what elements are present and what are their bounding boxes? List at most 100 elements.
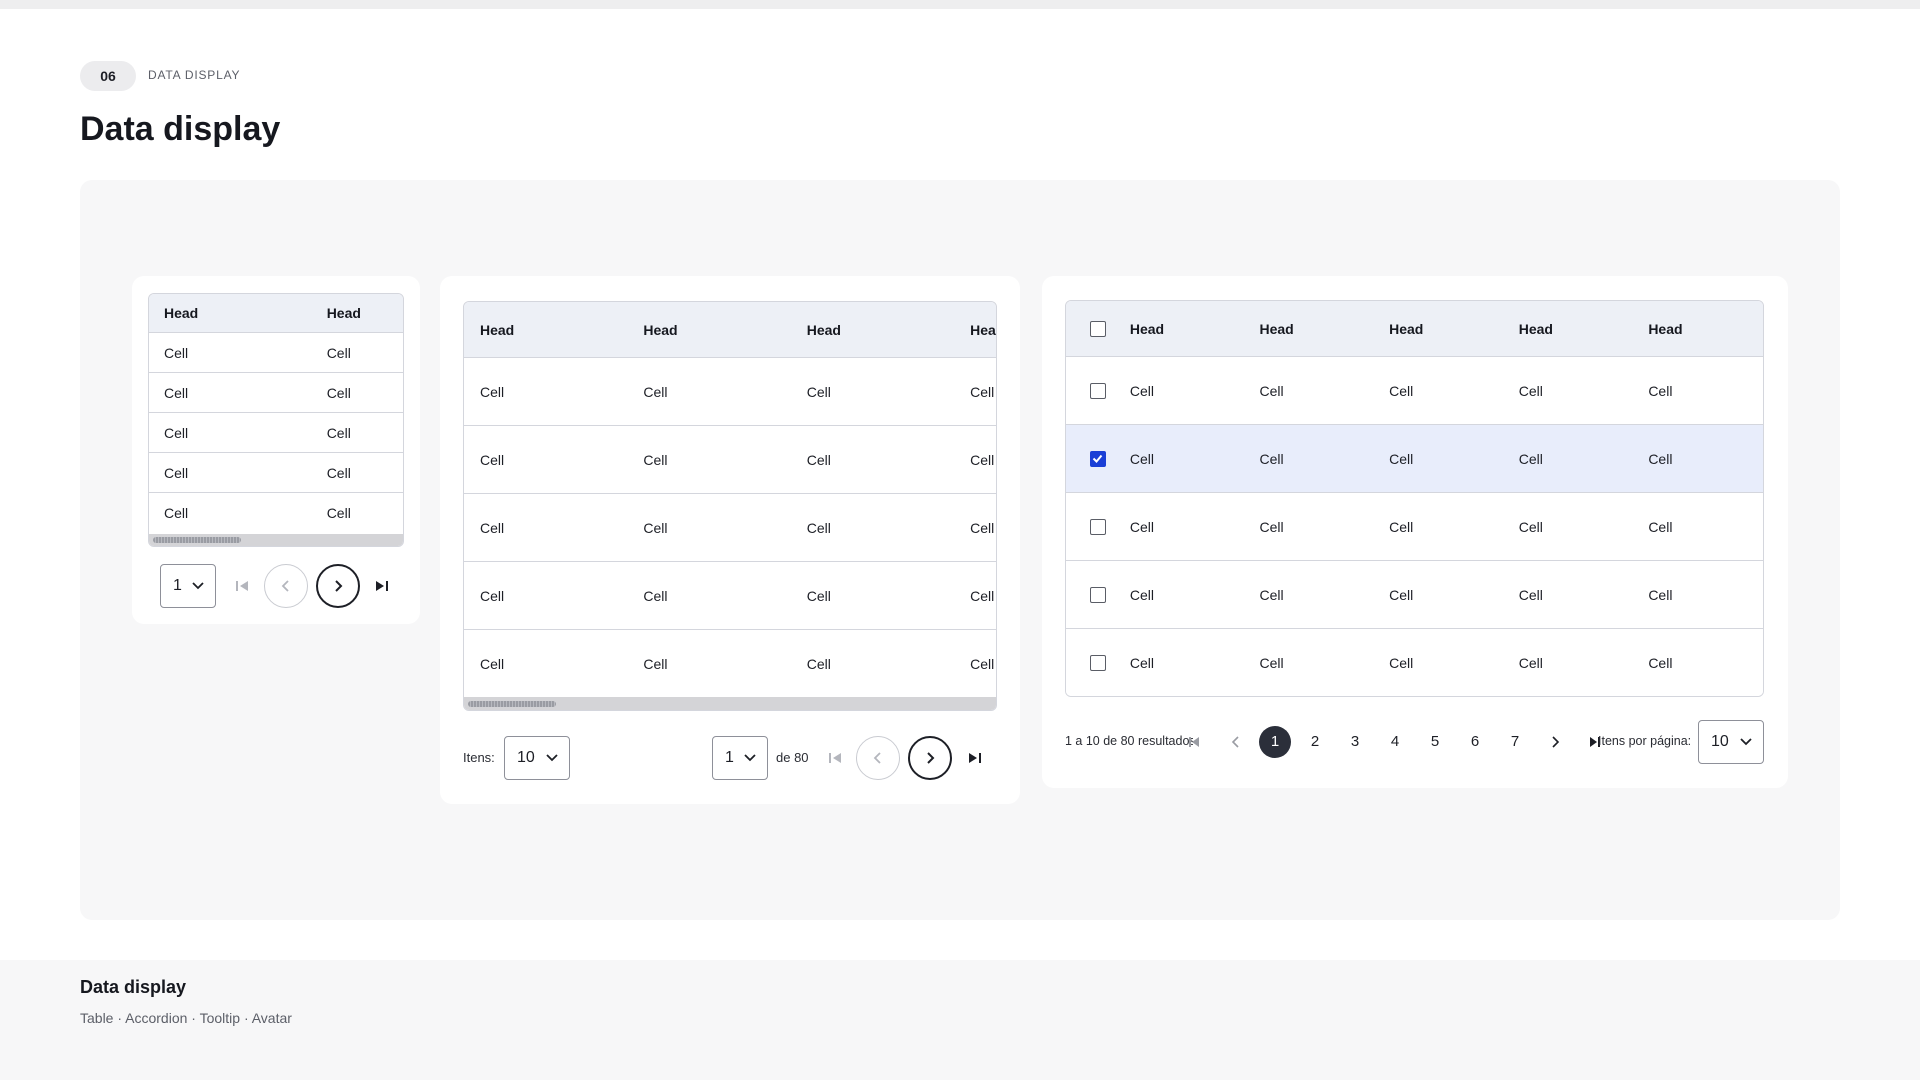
next-page-button[interactable]	[1545, 732, 1565, 752]
next-page-button[interactable]	[908, 736, 952, 780]
table-row[interactable]: Cell Cell Cell Cell Cell	[1066, 357, 1763, 425]
table-cell: Cell	[164, 345, 189, 361]
table-cell: Cell	[1129, 450, 1154, 467]
chevron-down-icon	[192, 582, 204, 590]
next-page-button[interactable]	[316, 564, 360, 608]
top-bar	[0, 0, 1920, 9]
table-cell: Cell	[1518, 382, 1543, 399]
table-cell: Cell	[326, 465, 351, 481]
medium-table: Head Head Head Head CellCellCellCellCell…	[463, 301, 997, 711]
chevron-left-icon	[1231, 736, 1239, 748]
table-row[interactable]: Cell Cell Cell Cell Cell	[1066, 629, 1763, 696]
column-header[interactable]: Head	[312, 294, 403, 332]
table-cell: Cell	[1389, 518, 1414, 535]
table-cell: Cell	[1259, 382, 1284, 399]
table-cell: Cell	[480, 588, 505, 604]
table-row[interactable]: Cell Cell Cell Cell Cell	[1066, 493, 1763, 561]
table-cell: Cell	[480, 520, 505, 536]
column-header[interactable]: Head	[954, 302, 996, 357]
table-row[interactable]: Cell Cell	[149, 373, 403, 413]
table-cell: Cell	[1518, 586, 1543, 603]
last-page-icon	[969, 753, 981, 763]
page-select-value: 1	[725, 749, 734, 766]
table-cell: Cell	[1259, 450, 1284, 467]
table-row[interactable]: Cell Cell Cell Cell	[464, 358, 996, 426]
column-header[interactable]: Head	[1130, 301, 1260, 357]
table-cell: Cell	[970, 588, 995, 604]
row-select-cell	[1066, 493, 1130, 561]
table-row[interactable]: Cell Cell	[149, 453, 403, 493]
table-cell: Cell	[970, 656, 995, 672]
last-page-button[interactable]	[372, 576, 392, 596]
select-all-checkbox[interactable]	[1090, 320, 1106, 337]
page-number-current[interactable]: 1	[1259, 726, 1291, 758]
row-select-cell	[1066, 357, 1130, 425]
row-checkbox[interactable]	[1090, 382, 1106, 399]
chevron-down-icon	[1740, 738, 1752, 746]
first-page-button[interactable]	[1186, 732, 1202, 752]
row-checkbox[interactable]	[1090, 450, 1106, 467]
table-cell: Cell	[164, 465, 189, 481]
table-row[interactable]: Cell Cell Cell Cell	[464, 426, 996, 494]
footer-title: Data display	[80, 977, 187, 997]
table-cell: Cell	[1648, 586, 1673, 603]
table-cell: Cell	[1648, 518, 1673, 535]
per-page-value: 10	[1711, 733, 1729, 750]
table-row[interactable]: Cell Cell Cell Cell Cell	[1066, 425, 1763, 493]
table-cell: Cell	[326, 425, 351, 441]
items-per-page-select[interactable]: 10	[504, 736, 570, 780]
column-header[interactable]: Head	[149, 294, 312, 332]
chevron-down-icon	[546, 754, 558, 762]
scrollbar-thumb[interactable]	[468, 701, 556, 707]
table-row[interactable]: Cell Cell Cell Cell	[464, 494, 996, 562]
row-checkbox[interactable]	[1090, 518, 1106, 535]
page-number[interactable]: 6	[1459, 726, 1491, 758]
table-cell: Cell	[164, 425, 189, 441]
column-header[interactable]: Head	[464, 302, 627, 357]
per-page-select[interactable]: 10	[1698, 720, 1764, 764]
table-cell: Cell	[1389, 655, 1414, 671]
row-select-cell	[1066, 561, 1130, 629]
first-page-button[interactable]	[232, 576, 252, 596]
table-cell: Cell	[643, 588, 668, 604]
table-cell: Cell	[480, 384, 505, 400]
chevron-right-icon	[927, 752, 935, 764]
first-page-button[interactable]	[825, 748, 845, 768]
table-row[interactable]: Cell Cell	[149, 493, 403, 533]
table-header-row: Head Head	[149, 294, 403, 333]
table-row[interactable]: Cell Cell	[149, 333, 403, 373]
page-select[interactable]: 1	[160, 564, 216, 608]
column-header[interactable]: Head	[1259, 301, 1389, 357]
table-cell: Cell	[1259, 518, 1284, 535]
check-icon	[1092, 454, 1103, 463]
previous-page-button[interactable]	[1226, 732, 1246, 752]
row-checkbox[interactable]	[1090, 655, 1106, 671]
table-row[interactable]: Cell Cell Cell Cell	[464, 562, 996, 630]
page-number[interactable]: 7	[1499, 726, 1531, 758]
table-row[interactable]: Cell Cell Cell Cell	[464, 630, 996, 698]
table-row[interactable]: Cell Cell Cell Cell Cell	[1066, 561, 1763, 629]
horizontal-scrollbar[interactable]	[464, 697, 996, 710]
page-number[interactable]: 4	[1379, 726, 1411, 758]
last-page-button[interactable]	[965, 748, 985, 768]
horizontal-scrollbar[interactable]	[149, 534, 403, 546]
column-header[interactable]: Head	[1389, 301, 1519, 357]
table-cell: Cell	[164, 385, 189, 401]
table-cell: Cell	[480, 452, 505, 468]
previous-page-button[interactable]	[856, 736, 900, 780]
row-select-cell	[1066, 425, 1130, 493]
column-header[interactable]: Head	[791, 302, 954, 357]
column-header[interactable]: Head	[627, 302, 790, 357]
column-header[interactable]: Head	[1648, 301, 1763, 357]
column-header[interactable]: Head	[1519, 301, 1649, 357]
previous-page-button[interactable]	[264, 564, 308, 608]
row-checkbox[interactable]	[1090, 586, 1106, 603]
scrollbar-thumb[interactable]	[153, 537, 241, 543]
table-header-row: Head Head Head Head Head	[1066, 301, 1763, 357]
page-number[interactable]: 3	[1339, 726, 1371, 758]
page-select[interactable]: 1	[712, 736, 768, 780]
page-number[interactable]: 5	[1419, 726, 1451, 758]
table-row[interactable]: Cell Cell	[149, 413, 403, 453]
page-number[interactable]: 2	[1299, 726, 1331, 758]
chevron-left-icon	[873, 752, 881, 764]
